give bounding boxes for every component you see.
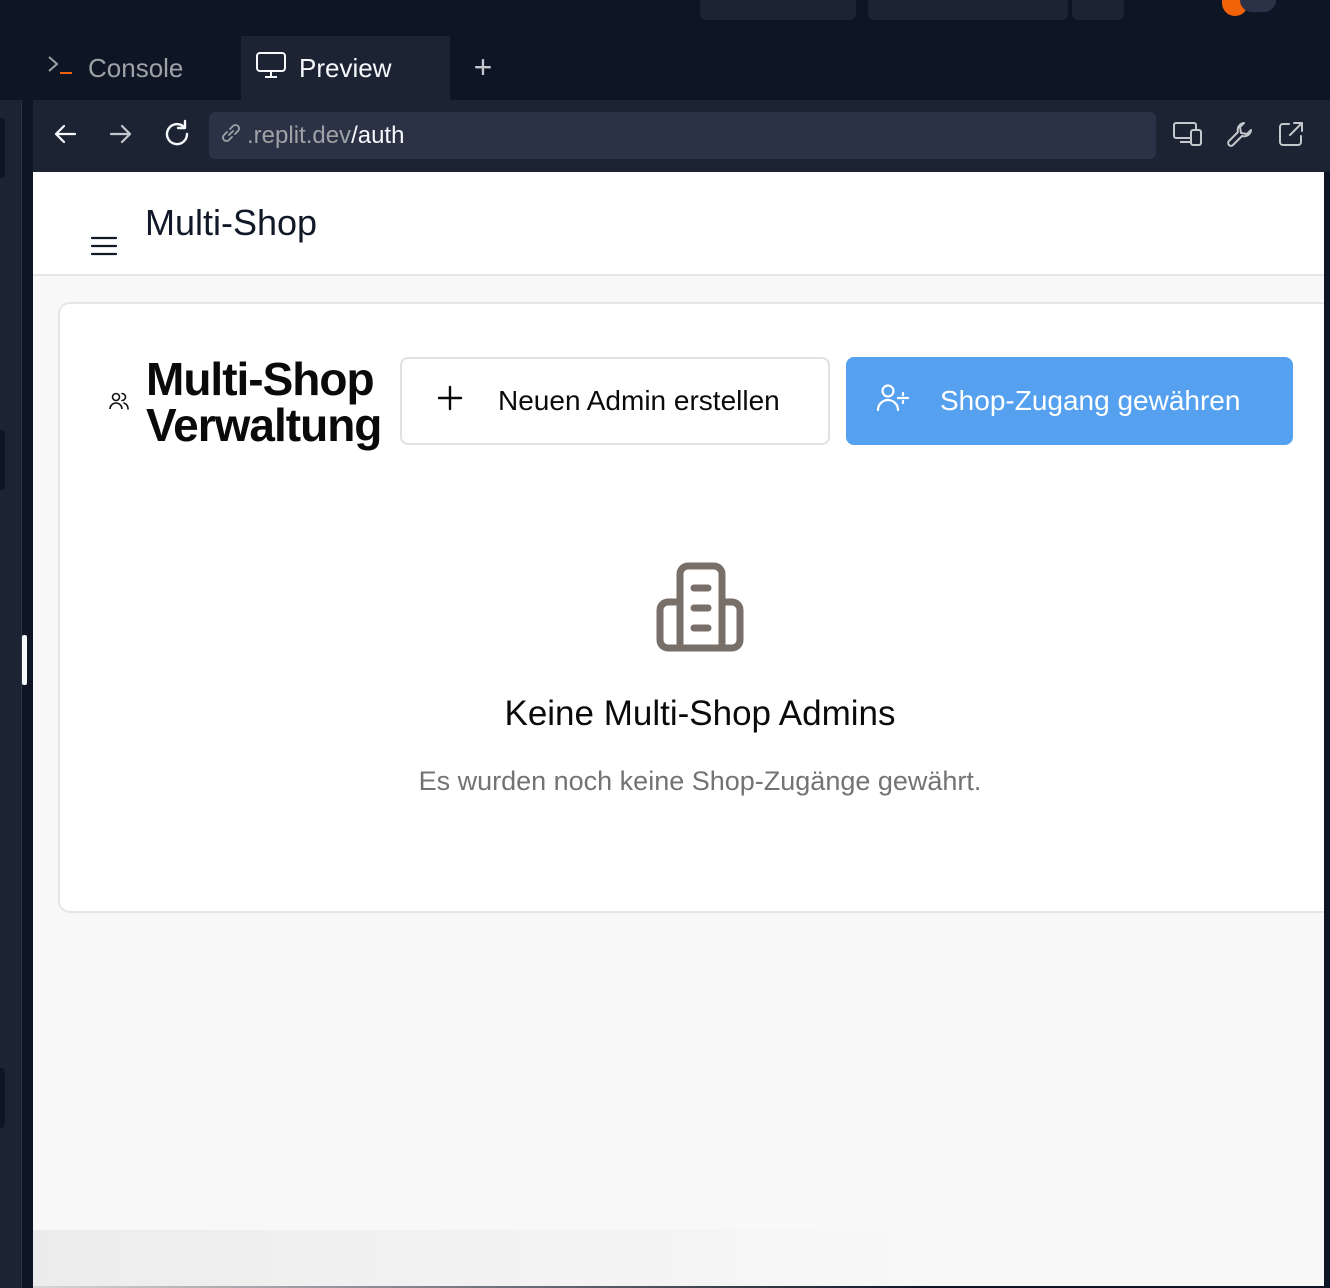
- tab-console[interactable]: Console: [46, 36, 183, 100]
- app-header: Multi-Shop: [33, 172, 1324, 276]
- multi-shop-card: Multi-Shop Verwaltung Neuen Admin erstel…: [58, 302, 1324, 913]
- empty-state-title: Keine Multi-Shop Admins: [504, 694, 896, 733]
- link-icon: [219, 121, 243, 150]
- toolbar-button[interactable]: [1072, 0, 1124, 20]
- forward-button[interactable]: [103, 118, 139, 154]
- plus-icon: [436, 384, 464, 419]
- add-tab-button[interactable]: +: [470, 51, 496, 83]
- window-edge: [1324, 172, 1330, 1288]
- bottom-fade: [33, 1230, 933, 1288]
- wrench-icon: [1225, 119, 1255, 154]
- sidebar-edge: [0, 100, 22, 1288]
- card-title-line: Multi-Shop: [146, 353, 375, 405]
- reload-button[interactable]: [159, 118, 195, 154]
- toolbar-button[interactable]: [868, 0, 1068, 20]
- sidebar-nub: [0, 118, 5, 178]
- hamburger-menu-icon: [89, 236, 119, 262]
- replit-workspace: Console Preview + .replit.dev/auth Multi…: [0, 0, 1330, 1288]
- menu-button[interactable]: [89, 234, 121, 260]
- card-title: Multi-Shop Verwaltung: [146, 356, 396, 448]
- avatar[interactable]: [1240, 0, 1276, 12]
- monitor-icon: [255, 50, 287, 87]
- preview-browser-bar: .replit.dev/auth: [33, 100, 1330, 172]
- grant-access-label: Shop-Zugang gewähren: [940, 385, 1241, 416]
- terminal-prompt-icon: [46, 52, 76, 85]
- reload-icon: [161, 118, 193, 155]
- devices-icon: [1172, 119, 1204, 154]
- arrow-right-icon: [107, 120, 135, 153]
- create-admin-button[interactable]: Neuen Admin erstellen: [400, 357, 830, 445]
- resize-handle[interactable]: [22, 635, 27, 685]
- sidebar-nub: [0, 1068, 5, 1128]
- create-admin-label: Neuen Admin erstellen: [498, 385, 780, 416]
- sidebar-nub: [0, 430, 5, 490]
- devtools-button[interactable]: [1222, 118, 1258, 154]
- preview-viewport: Multi-Shop Multi-Shop Verwaltung Neuen A…: [33, 172, 1324, 1286]
- tab-console-label: Console: [88, 52, 184, 83]
- toolbar-button[interactable]: [700, 0, 856, 20]
- app-title: Multi-Shop: [145, 202, 318, 243]
- tab-bar: Console Preview +: [0, 36, 1330, 100]
- url-bar[interactable]: .replit.dev/auth: [209, 112, 1156, 159]
- external-link-icon: [1276, 119, 1306, 154]
- back-button[interactable]: [47, 118, 83, 154]
- tab-preview[interactable]: Preview: [241, 36, 450, 100]
- url-text: .replit.dev/auth: [247, 122, 404, 150]
- card-title-line: Verwaltung: [146, 399, 382, 451]
- empty-state-subtitle: Es wurden noch keine Shop-Zugänge gewähr…: [418, 766, 982, 796]
- grant-shop-access-button[interactable]: Shop-Zugang gewähren: [846, 357, 1293, 445]
- devices-button[interactable]: [1170, 118, 1206, 154]
- arrow-left-icon: [51, 120, 79, 153]
- users-icon: [108, 390, 130, 412]
- open-external-button[interactable]: [1273, 118, 1309, 154]
- url-host: .replit.dev: [247, 121, 352, 149]
- top-toolbar: [0, 0, 1330, 36]
- url-path: /auth: [351, 121, 405, 149]
- building-icon: [654, 562, 746, 654]
- tab-preview-label: Preview: [299, 52, 392, 83]
- user-plus-icon: [876, 382, 910, 421]
